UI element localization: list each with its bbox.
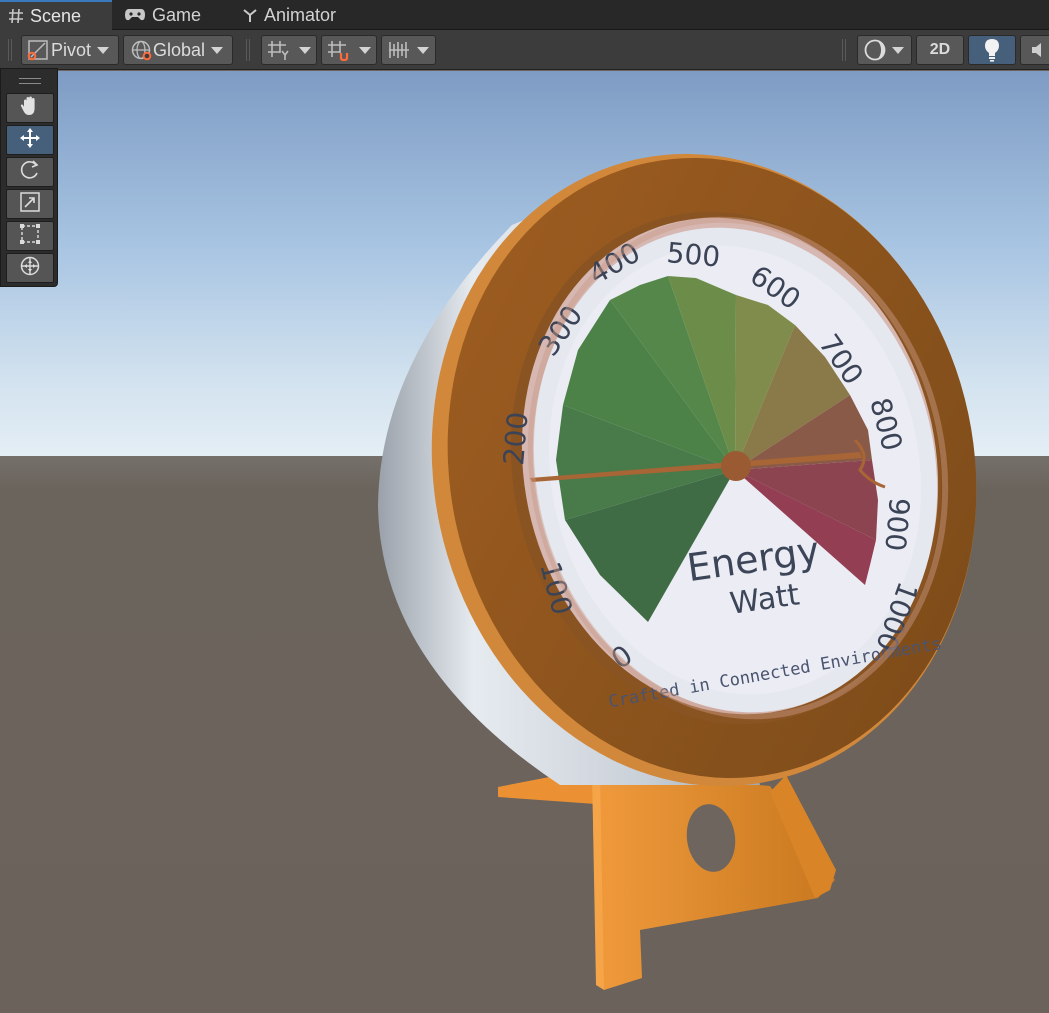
move-arrows-icon — [19, 127, 41, 154]
toolbar-grip[interactable] — [842, 39, 846, 61]
grid-snap-dropdown[interactable] — [321, 35, 377, 65]
pivot-dropdown[interactable]: Pivot — [21, 35, 119, 65]
grid-visibility-dropdown[interactable] — [261, 35, 317, 65]
2d-mode-button[interactable]: 2D — [916, 35, 964, 65]
scene-render: 0 100 200 300 400 500 600 700 800 900 10… — [0, 71, 1049, 1013]
transform-icon — [19, 255, 41, 282]
editor-tab-bar: Scene Game Animator — [0, 0, 1049, 30]
toolbar-grip[interactable] — [246, 39, 250, 61]
tab-label: Animator — [264, 4, 337, 25]
chevron-down-icon — [299, 46, 311, 54]
shaded-sphere-icon — [863, 38, 887, 62]
tab-animator[interactable]: Animator — [242, 0, 336, 30]
tab-game[interactable]: Game — [124, 0, 201, 30]
scene-lighting-toggle[interactable] — [968, 35, 1016, 65]
hand-icon — [19, 95, 41, 122]
scale-icon — [19, 191, 41, 218]
grid-snap-icon — [326, 39, 352, 61]
rotate-icon — [19, 159, 41, 186]
tick-label: 500 — [665, 236, 721, 274]
transform-tools-overlay — [0, 68, 58, 287]
globe-icon — [130, 39, 152, 61]
2d-label: 2D — [929, 41, 951, 58]
pivot-icon — [27, 39, 49, 61]
animator-icon — [242, 7, 258, 23]
tab-label: Game — [152, 4, 202, 25]
speaker-icon — [1030, 40, 1049, 60]
overlay-drag-handle[interactable] — [19, 78, 41, 84]
scene-toolbar: Pivot Global 2D — [0, 30, 1049, 70]
chevron-down-icon — [892, 46, 904, 54]
scale-tool[interactable] — [6, 189, 54, 219]
draw-mode-dropdown[interactable] — [857, 35, 912, 65]
increment-snap-dropdown[interactable] — [381, 35, 436, 65]
rect-tool[interactable] — [6, 221, 54, 251]
lightbulb-icon — [983, 38, 1001, 62]
scene-viewport[interactable]: 0 100 200 300 400 500 600 700 800 900 10… — [0, 71, 1049, 1013]
chevron-down-icon — [417, 46, 429, 54]
chevron-down-icon — [359, 46, 371, 54]
global-label: Global — [153, 39, 206, 60]
hash-grid-icon — [8, 8, 24, 24]
pivot-label: Pivot — [51, 39, 92, 60]
toolbar-grip[interactable] — [8, 39, 12, 61]
view-tool[interactable] — [6, 93, 54, 123]
transform-tool[interactable] — [6, 253, 54, 283]
chevron-down-icon — [211, 46, 224, 54]
audio-toggle[interactable] — [1020, 35, 1049, 65]
tick-label: 900 — [878, 496, 916, 552]
ruler-snap-icon — [387, 39, 411, 61]
move-tool[interactable] — [6, 125, 54, 155]
global-dropdown[interactable]: Global — [123, 35, 233, 65]
rect-transform-icon — [19, 223, 41, 250]
gamepad-icon — [124, 8, 146, 22]
tab-scene[interactable]: Scene — [0, 0, 112, 30]
chevron-down-icon — [97, 46, 110, 54]
tab-label: Scene — [30, 5, 82, 26]
rotate-tool[interactable] — [6, 157, 54, 187]
grid-axis-icon — [266, 39, 292, 61]
